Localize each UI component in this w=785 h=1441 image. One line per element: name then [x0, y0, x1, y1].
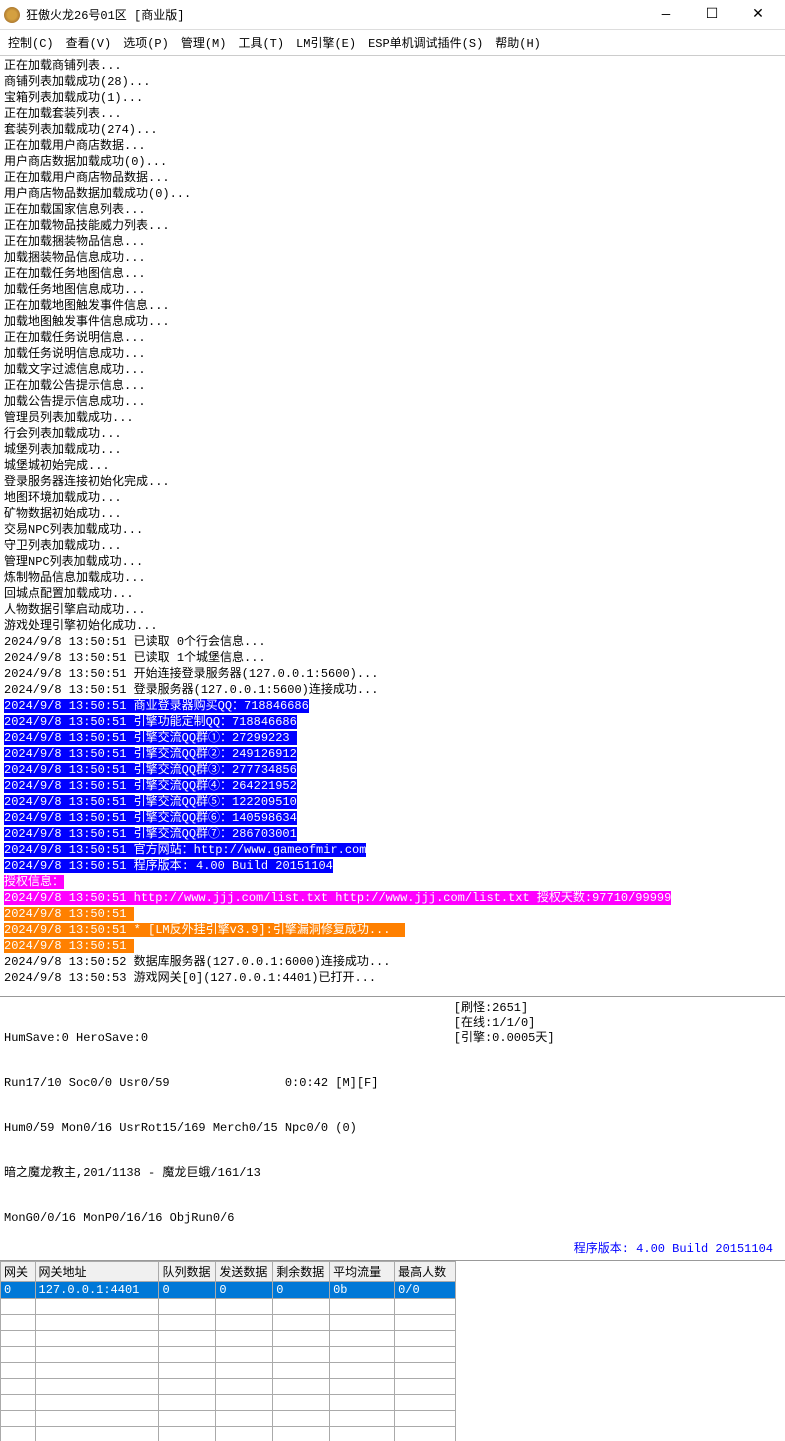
log-line: 加载任务地图信息成功...	[4, 282, 781, 298]
log-line: 正在加载任务地图信息...	[4, 266, 781, 282]
log-line: 守卫列表加载成功...	[4, 538, 781, 554]
menu-tools[interactable]: 工具(T)	[238, 34, 284, 51]
log-line: 2024/9/8 13:50:51 已读取 1个城堡信息...	[4, 650, 781, 666]
table-row[interactable]	[1, 1331, 456, 1347]
log-line: 行会列表加载成功...	[4, 426, 781, 442]
log-line: 2024/9/8 13:50:51 引擎交流QQ群②：249126912	[4, 746, 781, 762]
log-line: 正在加载套装列表...	[4, 106, 781, 122]
log-area[interactable]: 正在加载商铺列表...商铺列表加载成功(28)...宝箱列表加载成功(1)...…	[0, 56, 785, 996]
app-icon	[4, 7, 20, 23]
log-line: 正在加载国家信息列表...	[4, 202, 781, 218]
log-line: 2024/9/8 13:50:51 引擎交流QQ群⑥：140598634	[4, 810, 781, 826]
table-row[interactable]	[1, 1347, 456, 1363]
stats-panel: HumSave:0 HeroSave:0 Run17/10 Soc0/0 Usr…	[0, 996, 785, 1260]
stat-run: Run17/10 Soc0/0 Usr0/59 0:0:42 [M][F]	[4, 1076, 454, 1091]
log-line: 2024/9/8 13:50:51 http://www.jjj.com/lis…	[4, 890, 781, 906]
log-line: 2024/9/8 13:50:51 引擎交流QQ群⑤：122209510	[4, 794, 781, 810]
table-row[interactable]	[1, 1363, 456, 1379]
log-line: 矿物数据初始成功...	[4, 506, 781, 522]
log-line: 回城点配置加载成功...	[4, 586, 781, 602]
log-line: 授权信息：	[4, 874, 781, 890]
stat-hum: Hum0/59 Mon0/16 UsrRot15/169 Merch0/15 N…	[4, 1121, 454, 1136]
table-row[interactable]	[1, 1315, 456, 1331]
log-line: 管理员列表加载成功...	[4, 410, 781, 426]
table-row[interactable]	[1, 1395, 456, 1411]
log-line: 2024/9/8 13:50:51 引擎交流QQ群①：27299223	[4, 730, 781, 746]
stat-online: [在线:1/1/0]	[454, 1016, 574, 1031]
menu-esp[interactable]: ESP单机调试插件(S)	[368, 34, 483, 51]
menu-options[interactable]: 选项(P)	[123, 34, 169, 51]
minimize-button[interactable]: —	[643, 0, 689, 30]
titlebar: 狂傲火龙26号01区 [商业版] — ☐ ✕	[0, 0, 785, 30]
table-row[interactable]	[1, 1427, 456, 1441]
log-line: 2024/9/8 13:50:51 引擎交流QQ群③：277734856	[4, 762, 781, 778]
log-line: 2024/9/8 13:50:53 游戏网关[0](127.0.0.1:4401…	[4, 970, 781, 986]
maximize-button[interactable]: ☐	[689, 0, 735, 30]
log-line: 套装列表加载成功(274)...	[4, 122, 781, 138]
log-line: 加载捆装物品信息成功...	[4, 250, 781, 266]
log-line: 地图环境加载成功...	[4, 490, 781, 506]
log-line: 2024/9/8 13:50:52 数据库服务器(127.0.0.1:6000)…	[4, 954, 781, 970]
table-row[interactable]	[1, 1411, 456, 1427]
menu-help[interactable]: 帮助(H)	[495, 34, 541, 51]
log-line: 2024/9/8 13:50:51 商业登录器购买QQ：718846686	[4, 698, 781, 714]
log-line: 正在加载地图触发事件信息...	[4, 298, 781, 314]
window-title: 狂傲火龙26号01区 [商业版]	[26, 6, 643, 23]
log-line: 商铺列表加载成功(28)...	[4, 74, 781, 90]
menubar: 控制(C) 查看(V) 选项(P) 管理(M) 工具(T) LM引擎(E) ES…	[0, 30, 785, 56]
log-line: 2024/9/8 13:50:51 登录服务器(127.0.0.1:5600)连…	[4, 682, 781, 698]
log-line: 2024/9/8 13:50:51 引擎功能定制QQ：718846686	[4, 714, 781, 730]
log-line: 2024/9/8 13:50:51 已读取 0个行会信息...	[4, 634, 781, 650]
stat-mong: MonG0/0/16 MonP0/16/16 ObjRun0/6	[4, 1211, 454, 1226]
log-line: 正在加载商铺列表...	[4, 58, 781, 74]
log-line: 加载任务说明信息成功...	[4, 346, 781, 362]
log-line: 人物数据引擎启动成功...	[4, 602, 781, 618]
log-line: 加载公告提示信息成功...	[4, 394, 781, 410]
log-line: 交易NPC列表加载成功...	[4, 522, 781, 538]
gateway-grid: 网关 网关地址 队列数据 发送数据 剩余数据 平均流量 最高人数 0127.0.…	[0, 1260, 785, 1441]
close-button[interactable]: ✕	[735, 0, 781, 30]
log-line: 2024/9/8 13:50:51 官方网站：http://www.gameof…	[4, 842, 781, 858]
log-line: 正在加载用户商店物品数据...	[4, 170, 781, 186]
log-line: 炼制物品信息加载成功...	[4, 570, 781, 586]
log-line: 用户商店数据加载成功(0)...	[4, 154, 781, 170]
log-line: 2024/9/8 13:50:51 程序版本: 4.00 Build 20151…	[4, 858, 781, 874]
log-line: 游戏处理引擎初始化成功...	[4, 618, 781, 634]
menu-view[interactable]: 查看(V)	[66, 34, 112, 51]
log-line: 2024/9/8 13:50:51 * [LM反外挂引擎v3.9]:引擎漏洞修复…	[4, 922, 781, 938]
log-line: 2024/9/8 13:50:51	[4, 906, 781, 922]
log-line: 加载地图触发事件信息成功...	[4, 314, 781, 330]
log-line: 加载文字过滤信息成功...	[4, 362, 781, 378]
log-line: 2024/9/8 13:50:51 开始连接登录服务器(127.0.0.1:56…	[4, 666, 781, 682]
log-line: 用户商店物品数据加载成功(0)...	[4, 186, 781, 202]
version-label: 程序版本: 4.00 Build 20151104	[574, 1239, 781, 1256]
log-line: 正在加载任务说明信息...	[4, 330, 781, 346]
stat-boss: 暗之魔龙教主,201/1138 - 魔龙巨蛾/161/13	[4, 1166, 454, 1181]
log-line: 宝箱列表加载成功(1)...	[4, 90, 781, 106]
log-line: 2024/9/8 13:50:51 引擎交流QQ群④：264221952	[4, 778, 781, 794]
table-row[interactable]: 0127.0.0.1:44010000b0/0	[1, 1282, 456, 1299]
stat-humsave: HumSave:0 HeroSave:0	[4, 1031, 454, 1046]
log-line: 登录服务器连接初始化完成...	[4, 474, 781, 490]
menu-control[interactable]: 控制(C)	[8, 34, 54, 51]
stat-engine: [引擎:0.0005天]	[454, 1031, 574, 1046]
log-line: 城堡城初始完成...	[4, 458, 781, 474]
log-line: 正在加载用户商店数据...	[4, 138, 781, 154]
log-line: 正在加载公告提示信息...	[4, 378, 781, 394]
log-line: 城堡列表加载成功...	[4, 442, 781, 458]
table-row[interactable]	[1, 1379, 456, 1395]
log-line: 正在加载物品技能威力列表...	[4, 218, 781, 234]
log-line: 管理NPC列表加载成功...	[4, 554, 781, 570]
menu-lm[interactable]: LM引擎(E)	[296, 34, 356, 51]
menu-manage[interactable]: 管理(M)	[181, 34, 227, 51]
log-line: 2024/9/8 13:50:51 引擎交流QQ群⑦：286703001	[4, 826, 781, 842]
stat-spawn: [刷怪:2651]	[454, 1001, 574, 1016]
table-row[interactable]	[1, 1299, 456, 1315]
log-line: 正在加载捆装物品信息...	[4, 234, 781, 250]
log-line: 2024/9/8 13:50:51	[4, 938, 781, 954]
